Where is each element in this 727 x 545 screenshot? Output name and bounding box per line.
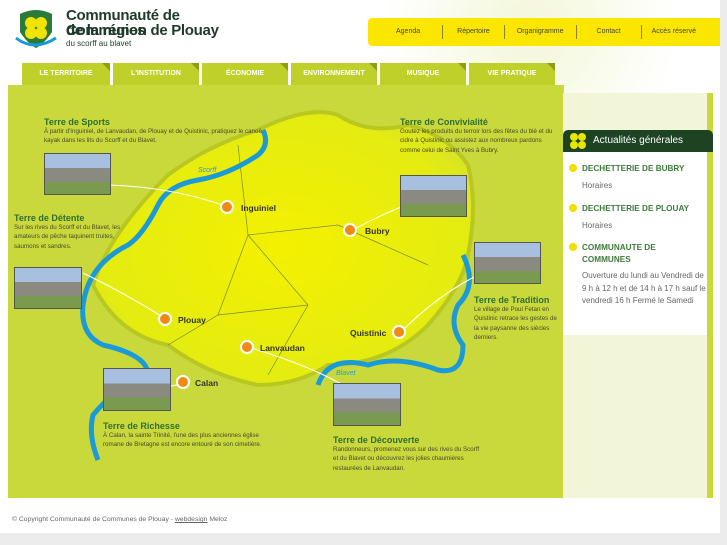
terre-text: Le village de Poul Fetan en Quistinic re…: [474, 306, 557, 341]
footer-copyright: © Copyright Communauté de Communes de Pl…: [12, 516, 174, 523]
photo-richesse[interactable]: [103, 368, 171, 411]
terre-title: Terre de Convivialité: [400, 117, 488, 127]
news-item-text: Ouverture du lundi au Vendredi de 9 h à …: [582, 271, 706, 305]
news-sidebar: Actualités générales DECHETTERIE DE BUBR…: [563, 93, 713, 498]
topnav-acces-reserve[interactable]: Accès réservé: [642, 25, 706, 39]
news-item-title[interactable]: DECHETTERIE DE PLOUAY: [569, 203, 709, 215]
news-title: Actualités générales: [593, 135, 684, 146]
logo-line2: de la région de Plouay: [66, 22, 219, 39]
top-nav: Agenda Répertoire Organigramme Contact A…: [368, 18, 720, 46]
terre-title: Terre de Richesse: [103, 421, 180, 431]
terre-text: À partir d'Inguiniel, de Lanvaudan, de P…: [44, 128, 262, 145]
terre-title: Terre de Découverte: [333, 435, 420, 445]
news-item[interactable]: COMMUNAUTE DE COMMUNES Ouverture du lundi…: [569, 242, 709, 308]
topnav-repertoire[interactable]: Répertoire: [443, 25, 505, 39]
logo-tagline: du scorff au blavet: [66, 39, 132, 48]
town-marker-bubry[interactable]: [343, 223, 357, 237]
nav-vie-pratique[interactable]: VIE PRATIQUE: [469, 63, 555, 85]
photo-decouverte[interactable]: [333, 383, 401, 426]
town-inguiniel[interactable]: Inguiniel: [241, 203, 276, 213]
nav-le-territoire[interactable]: LE TERRITOIRE: [22, 63, 110, 85]
terre-tradition: Terre de Tradition Le village de Poul Fet…: [474, 295, 559, 342]
terre-text: À Calan, la sainte Trinité, l'une des pl…: [103, 432, 262, 449]
logo[interactable]: Communauté de Communes de la région de P…: [14, 8, 244, 52]
news-item-text: Horaires: [582, 221, 613, 230]
town-marker-calan[interactable]: [176, 375, 190, 389]
terre-decouverte: Terre de Découverte Randonneurs, promenez…: [333, 435, 483, 473]
town-marker-inguiniel[interactable]: [220, 200, 234, 214]
news-item-text: Horaires: [582, 181, 613, 190]
terre-text: Randonneurs, promenez vous sur des rives…: [333, 446, 480, 472]
terre-detente: Terre de Détente Sur les rives du Scorff …: [14, 213, 134, 251]
photo-detente[interactable]: [14, 267, 82, 309]
terre-convivialite: Terre de Convivialité Goutez les produits…: [400, 117, 560, 155]
nav-institution[interactable]: L'INSTITUTION: [113, 63, 199, 85]
webdesign-link[interactable]: webdesign: [175, 516, 208, 523]
topnav-agenda[interactable]: Agenda: [368, 25, 444, 39]
town-marker-lanvaudan[interactable]: [240, 340, 254, 354]
news-item-title[interactable]: DECHETTERIE DE BUBRY: [569, 163, 709, 175]
town-marker-plouay[interactable]: [158, 312, 172, 326]
clover-logo-icon: [15, 10, 57, 48]
terre-text: Goutez les produits du terroir lors des …: [400, 128, 553, 154]
nav-environnement[interactable]: ENVIRONNEMENT: [291, 63, 377, 85]
main-nav: LE TERRITOIRE L'INSTITUTION ÉCONOMIE ENV…: [22, 63, 555, 85]
clover-icon: [570, 133, 586, 149]
footer-author: Meloz: [209, 516, 228, 523]
news-item[interactable]: DECHETTERIE DE BUBRY Horaires: [569, 163, 709, 193]
photo-sports[interactable]: [44, 153, 111, 195]
town-calan[interactable]: Calan: [195, 378, 218, 388]
nav-economie[interactable]: ÉCONOMIE: [202, 63, 288, 85]
photo-tradition[interactable]: [474, 242, 541, 284]
town-plouay[interactable]: Plouay: [178, 315, 206, 325]
page: Communauté de Communes de la région de P…: [0, 0, 720, 533]
photo-convivialite[interactable]: [400, 175, 467, 217]
terre-sports: Terre de Sports À partir d'Inguiniel, de …: [44, 117, 274, 146]
footer: © Copyright Communauté de Communes de Pl…: [12, 516, 227, 523]
terre-richesse: Terre de Richesse À Calan, la sainte Trin…: [103, 421, 268, 450]
town-marker-quistinic[interactable]: [392, 325, 406, 339]
river-label-scorff: Scorff: [198, 167, 217, 174]
town-lanvaudan[interactable]: Lanvaudan: [260, 343, 305, 353]
topnav-contact[interactable]: Contact: [577, 25, 642, 39]
town-bubry[interactable]: Bubry: [365, 226, 390, 236]
terre-title: Terre de Tradition: [474, 295, 550, 305]
terre-title: Terre de Détente: [14, 213, 85, 223]
town-quistinic[interactable]: Quistinic: [350, 328, 386, 338]
terre-text: Sur les rives du Scorff et du Blavet, le…: [14, 224, 121, 250]
terre-title: Terre de Sports: [44, 117, 110, 127]
river-label-blavet: Blavet: [336, 370, 356, 377]
nav-musique[interactable]: MUSIQUE: [380, 63, 466, 85]
news-item[interactable]: DECHETTERIE DE PLOUAY Horaires: [569, 203, 709, 233]
territory-map: Scorff Blavet Inguiniel Bubry Plouay Lan…: [8, 85, 564, 498]
topnav-organigramme[interactable]: Organigramme: [505, 25, 577, 39]
news-item-title[interactable]: COMMUNAUTE DE COMMUNES: [569, 242, 669, 266]
news-header: Actualités générales: [563, 130, 713, 152]
